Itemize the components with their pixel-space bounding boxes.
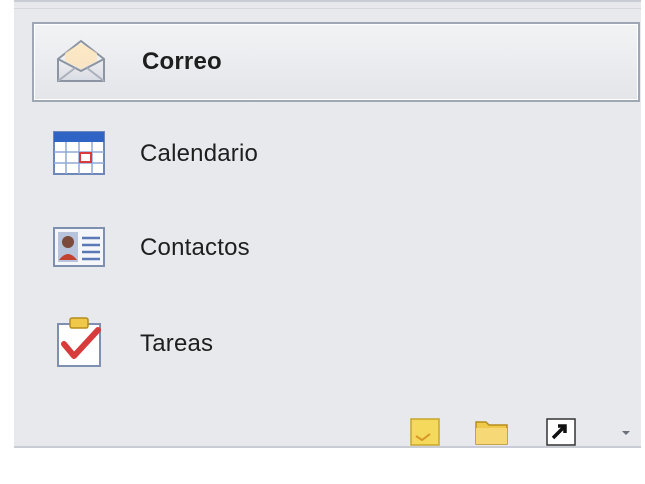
nav-item-label: Correo [142,48,222,75]
configure-buttons-arrow-icon[interactable] [620,426,632,438]
shortcut-icon[interactable] [544,416,578,448]
contact-card-icon [50,222,108,272]
folder-icon[interactable] [474,416,508,448]
shortcut-bar [14,404,641,446]
pane-top-divider [14,8,641,9]
nav-item-label: Contactos [140,234,250,261]
nav-item-tasks[interactable]: Tareas [32,304,640,384]
nav-item-label: Tareas [140,330,214,357]
nav-item-mail[interactable]: Correo [32,22,640,102]
calendar-icon [50,128,108,178]
nav-item-contacts[interactable]: Contactos [32,208,640,288]
task-checkmark-icon [50,314,108,367]
nav-item-calendar[interactable]: Calendario [32,114,640,194]
mail-envelope-icon [52,37,110,87]
nav-item-label: Calendario [140,140,259,167]
navigation-pane: Correo Calendario Contactos Tareas [14,0,641,448]
notes-icon[interactable] [408,416,442,448]
